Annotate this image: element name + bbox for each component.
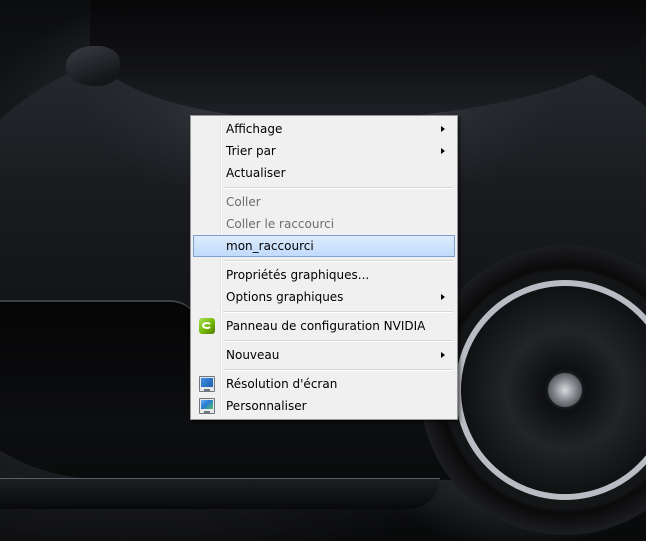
menu-item-coller[interactable]: Coller bbox=[193, 191, 455, 213]
menu-item-nouveau[interactable]: Nouveau bbox=[193, 344, 455, 366]
personalize-icon bbox=[199, 398, 215, 414]
screen-resolution-icon bbox=[199, 376, 215, 392]
desktop[interactable]: Affichage Trier par Actualiser Coller Co… bbox=[0, 0, 646, 541]
menu-item-mon-raccourci[interactable]: mon_raccourci bbox=[193, 235, 455, 257]
menu-item-label: Coller bbox=[226, 195, 261, 209]
menu-item-resolution-ecran[interactable]: Résolution d'écran bbox=[193, 373, 455, 395]
menu-item-options-graphiques[interactable]: Options graphiques bbox=[193, 286, 455, 308]
menu-item-label: Affichage bbox=[226, 122, 283, 136]
menu-item-proprietes-graphiques[interactable]: Propriétés graphiques... bbox=[193, 264, 455, 286]
menu-separator bbox=[193, 184, 455, 191]
menu-item-nvidia-control-panel[interactable]: Panneau de configuration NVIDIA bbox=[193, 315, 455, 337]
submenu-arrow-icon bbox=[441, 126, 445, 132]
menu-item-label: Nouveau bbox=[226, 348, 280, 362]
submenu-arrow-icon bbox=[441, 148, 445, 154]
menu-item-label: Personnaliser bbox=[226, 399, 307, 413]
menu-item-label: Actualiser bbox=[226, 166, 286, 180]
menu-item-affichage[interactable]: Affichage bbox=[193, 118, 455, 140]
menu-separator bbox=[193, 308, 455, 315]
wallpaper-hub bbox=[548, 373, 582, 407]
menu-item-actualiser[interactable]: Actualiser bbox=[193, 162, 455, 184]
wallpaper-mirror bbox=[66, 46, 120, 86]
nvidia-icon bbox=[199, 318, 215, 334]
menu-item-label: Résolution d'écran bbox=[226, 377, 338, 391]
menu-item-label: Trier par bbox=[226, 144, 276, 158]
desktop-context-menu: Affichage Trier par Actualiser Coller Co… bbox=[190, 115, 458, 420]
menu-item-personnaliser[interactable]: Personnaliser bbox=[193, 395, 455, 417]
menu-separator bbox=[193, 366, 455, 373]
menu-item-label: Panneau de configuration NVIDIA bbox=[226, 319, 426, 333]
menu-item-coller-le-raccourci[interactable]: Coller le raccourci bbox=[193, 213, 455, 235]
menu-item-trier-par[interactable]: Trier par bbox=[193, 140, 455, 162]
menu-item-label: mon_raccourci bbox=[226, 239, 314, 253]
menu-separator bbox=[193, 257, 455, 264]
menu-item-label: Propriétés graphiques... bbox=[226, 268, 370, 282]
wallpaper-grille bbox=[0, 300, 200, 422]
submenu-arrow-icon bbox=[441, 352, 445, 358]
wallpaper-front-lip bbox=[0, 478, 440, 509]
submenu-arrow-icon bbox=[441, 294, 445, 300]
menu-item-label: Coller le raccourci bbox=[226, 217, 335, 231]
menu-separator bbox=[193, 337, 455, 344]
menu-item-label: Options graphiques bbox=[226, 290, 344, 304]
